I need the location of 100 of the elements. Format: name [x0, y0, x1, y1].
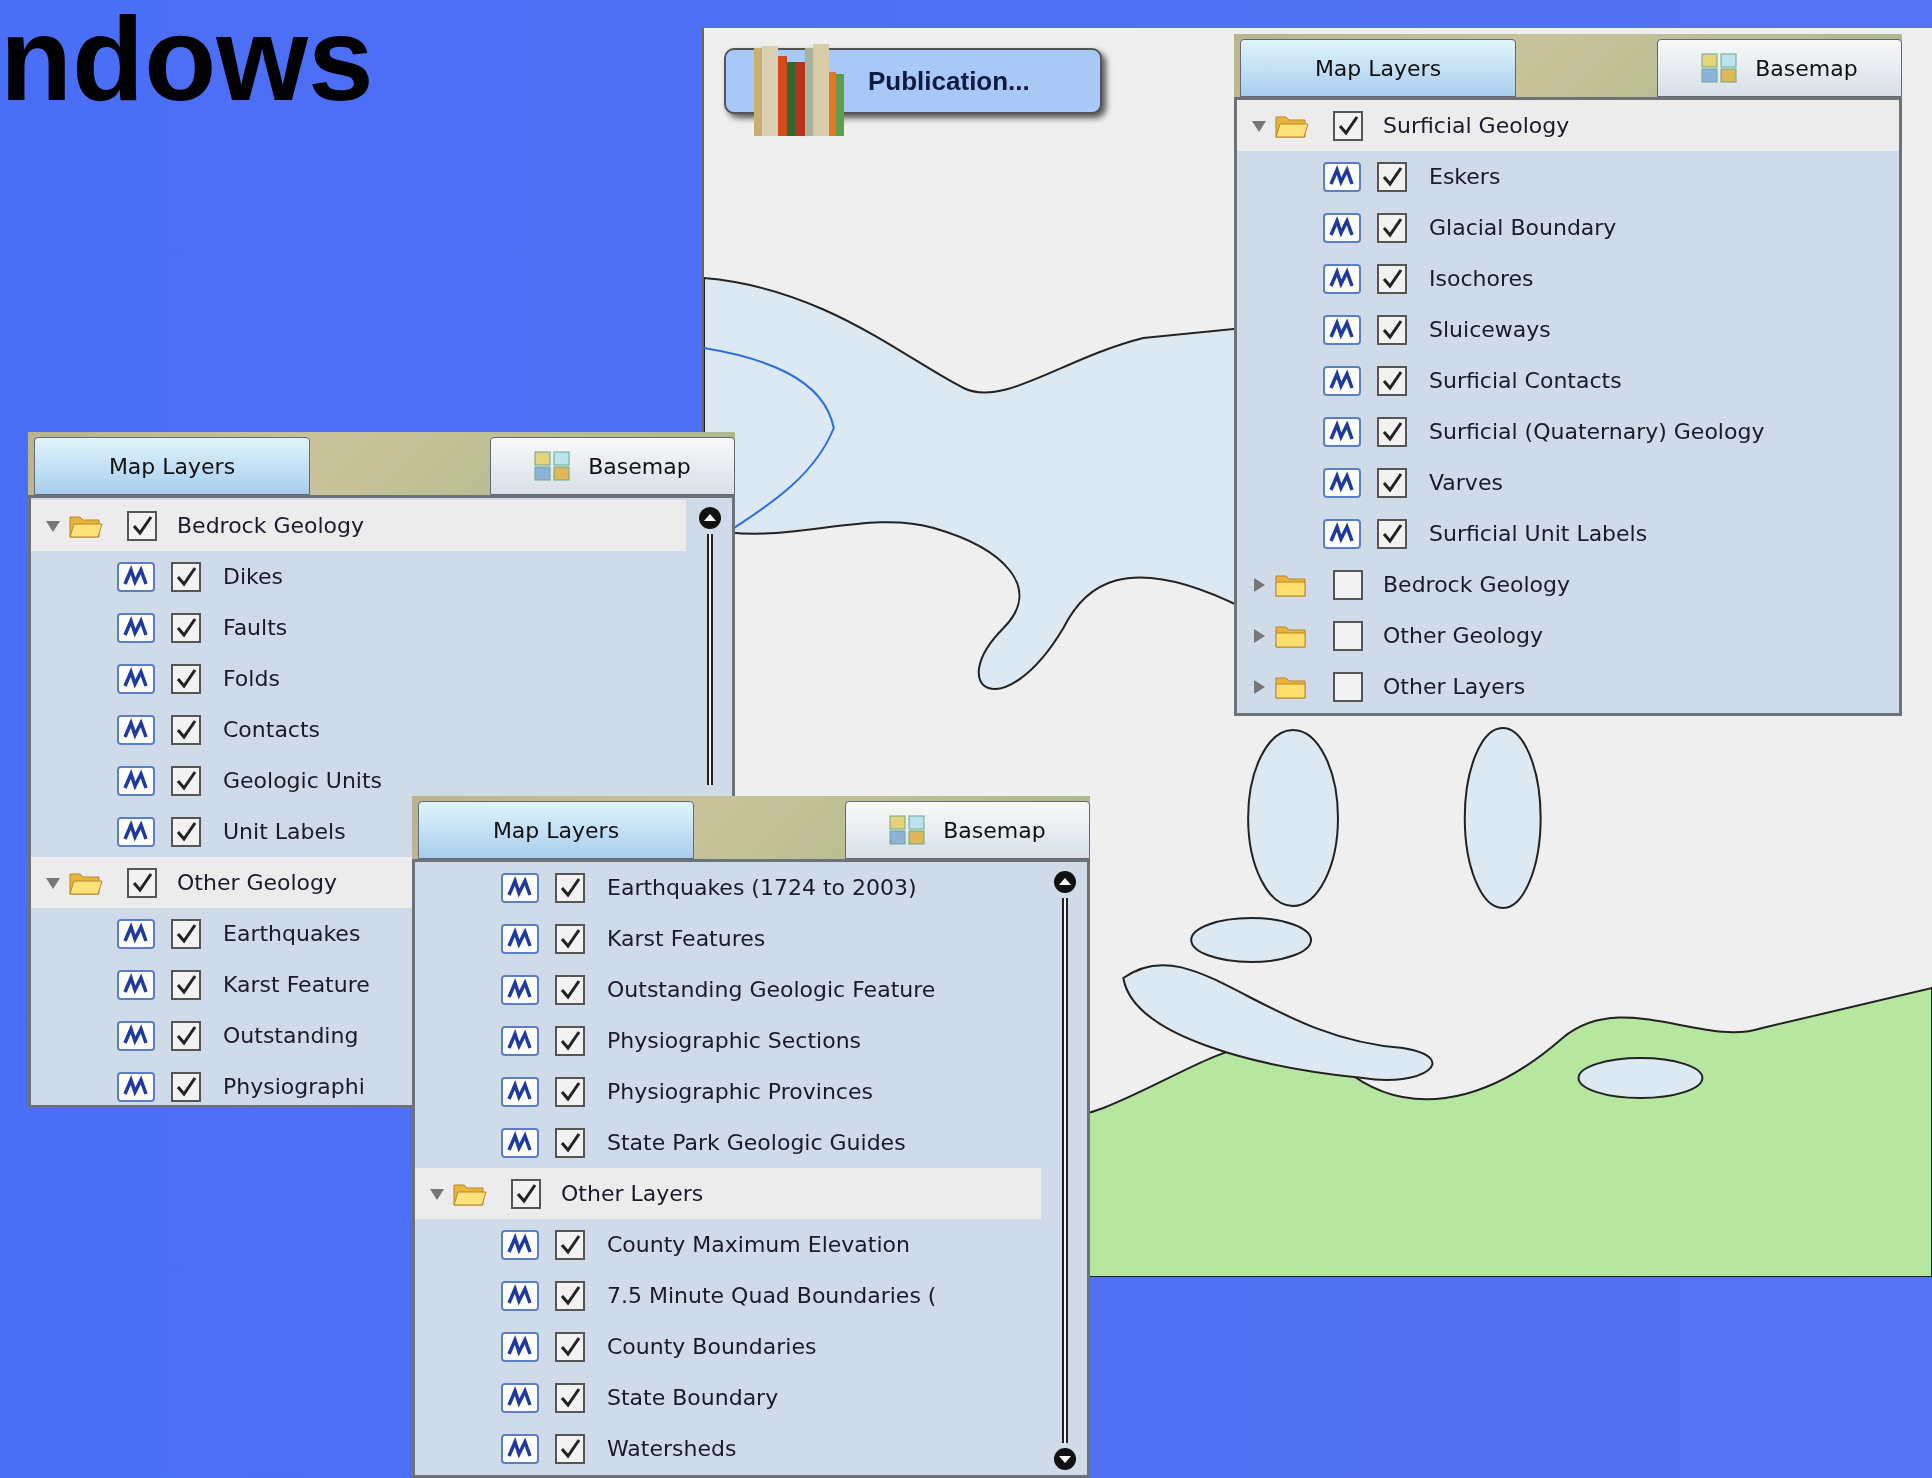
collapsed-triangle-icon[interactable] [1251, 678, 1267, 695]
layer-label: Sluiceways [1429, 316, 1551, 344]
layer-group-row[interactable]: Other Geology [31, 857, 412, 908]
checkbox[interactable] [127, 867, 157, 898]
checkbox[interactable] [511, 1178, 541, 1209]
layer-label: Surficial Unit Labels [1429, 520, 1648, 548]
checkbox[interactable] [555, 1229, 585, 1260]
panel-tab[interactable]: Map Layers [34, 437, 310, 495]
layer-icon [117, 561, 155, 592]
checkbox[interactable] [555, 1076, 585, 1107]
basemap-grid-icon [889, 815, 926, 845]
panel-tab[interactable]: Basemap [845, 801, 1090, 859]
panel-tab[interactable]: Basemap [1657, 39, 1902, 97]
checkbox[interactable] [171, 561, 201, 592]
layer-label: Unit Labels [223, 818, 346, 846]
group-label: Other Geology [1383, 622, 1544, 650]
checkbox[interactable] [127, 510, 157, 541]
layer-icon [501, 1382, 539, 1413]
panel-tab[interactable]: Basemap [490, 437, 735, 495]
checkbox[interactable] [555, 1127, 585, 1158]
checkbox[interactable] [1333, 569, 1363, 600]
group-label: Bedrock Geology [1383, 571, 1571, 599]
layer-label: Dikes [223, 563, 283, 591]
layer-icon [117, 1071, 155, 1102]
checkbox[interactable] [1377, 314, 1407, 345]
checkbox[interactable] [1333, 110, 1363, 141]
collapsed-triangle-icon[interactable] [1251, 576, 1267, 593]
checkbox[interactable] [171, 612, 201, 643]
layer-icon [501, 1076, 539, 1107]
checkbox[interactable] [1377, 263, 1407, 294]
layer-icon [1323, 212, 1361, 243]
layer-label: Folds [223, 665, 280, 693]
checkbox[interactable] [171, 918, 201, 949]
checkbox[interactable] [555, 1331, 585, 1362]
layer-label: Outstanding Geologic Feature [607, 976, 936, 1004]
checkbox[interactable] [171, 663, 201, 694]
checkbox[interactable] [555, 1382, 585, 1413]
panel-tab[interactable]: Map Layers [1240, 39, 1516, 97]
layer-icon [1323, 161, 1361, 192]
checkbox[interactable] [555, 1433, 585, 1464]
checkbox[interactable] [1377, 467, 1407, 498]
scroll-up-icon[interactable] [1053, 870, 1077, 894]
folder-icon [1275, 623, 1309, 648]
open-folder-icon [69, 513, 103, 538]
checkbox[interactable] [171, 1020, 201, 1051]
checkbox[interactable] [171, 714, 201, 745]
checkbox[interactable] [1377, 212, 1407, 243]
layer-label: Physiographi [223, 1073, 365, 1101]
layer-label: Earthquakes [223, 920, 361, 948]
open-folder-icon [1275, 113, 1309, 138]
checkbox[interactable] [1333, 671, 1363, 702]
layer-label: Glacial Boundary [1429, 214, 1617, 242]
group-label: Other Layers [561, 1180, 704, 1208]
folder-icon [1275, 572, 1309, 597]
layer-label: Physiographic Sections [607, 1027, 862, 1055]
checkbox[interactable] [555, 923, 585, 954]
panel-tab[interactable]: Map Layers [418, 801, 694, 859]
layer-group-row[interactable]: Other Layers [415, 1168, 1041, 1219]
layer-icon [1323, 263, 1361, 294]
layer-icon [117, 816, 155, 847]
basemap-grid-icon [1701, 53, 1738, 83]
checkbox[interactable] [1333, 620, 1363, 651]
checkbox[interactable] [1377, 365, 1407, 396]
collapsed-triangle-icon[interactable] [1251, 627, 1267, 644]
scroll-up-icon[interactable] [698, 506, 722, 530]
scroll-down-icon[interactable] [1053, 1447, 1077, 1471]
layer-icon [501, 1025, 539, 1056]
checkbox[interactable] [171, 765, 201, 796]
layer-icon [117, 612, 155, 643]
checkbox[interactable] [171, 969, 201, 1000]
scrollbar-track[interactable] [707, 534, 713, 785]
layer-icon [117, 1020, 155, 1051]
checkbox[interactable] [171, 1071, 201, 1102]
open-folder-icon [453, 1181, 487, 1206]
layer-icon [501, 974, 539, 1005]
layer-icon [1323, 365, 1361, 396]
slide-title: ndows [0, 0, 374, 118]
layer-group-row[interactable]: Bedrock Geology [31, 500, 686, 551]
checkbox[interactable] [171, 816, 201, 847]
checkbox[interactable] [555, 872, 585, 903]
group-label: Bedrock Geology [177, 512, 365, 540]
layer-icon [501, 872, 539, 903]
scrollbar-track[interactable] [1062, 898, 1068, 1443]
layer-icon [117, 714, 155, 745]
group-label: Surficial Geology [1383, 112, 1570, 140]
open-folder-icon [69, 870, 103, 895]
layer-icon [501, 1127, 539, 1158]
layer-icon [117, 765, 155, 796]
checkbox[interactable] [1377, 161, 1407, 192]
checkbox[interactable] [555, 974, 585, 1005]
layer-label: County Boundaries [607, 1333, 817, 1361]
checkbox[interactable] [1377, 416, 1407, 447]
group-label: Other Layers [1383, 673, 1526, 701]
layer-label: Outstanding [223, 1022, 359, 1050]
layer-label: Watersheds [607, 1435, 737, 1463]
checkbox[interactable] [555, 1025, 585, 1056]
layer-icon [117, 918, 155, 949]
layer-label: Physiographic Provinces [607, 1078, 873, 1106]
checkbox[interactable] [1377, 518, 1407, 549]
checkbox[interactable] [555, 1280, 585, 1311]
